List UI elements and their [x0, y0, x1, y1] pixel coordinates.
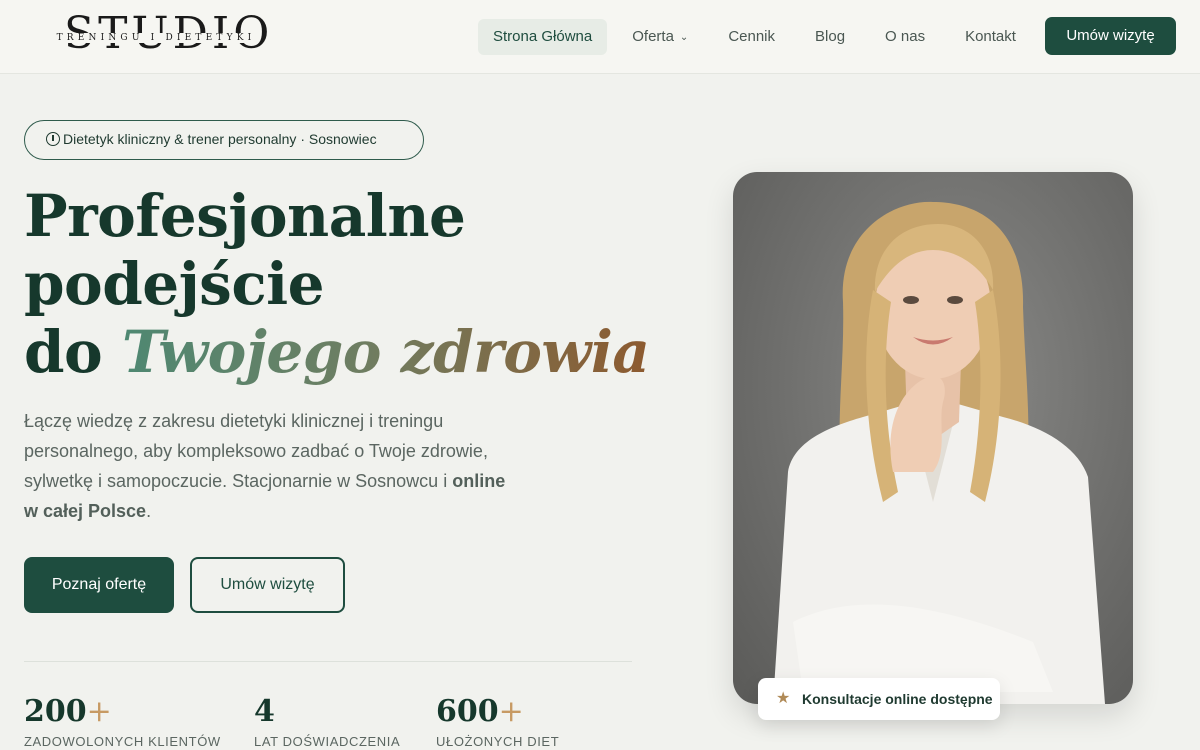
nav-item-offer-label: Oferta: [632, 28, 674, 45]
portrait-illustration: [773, 201, 1105, 704]
nav-item-contact[interactable]: Kontakt: [950, 19, 1031, 55]
explore-offer-button[interactable]: Poznaj ofertę: [24, 557, 174, 613]
headline-line-2: podejście: [24, 250, 325, 318]
stat-label: UŁOŻONYCH DIET: [436, 734, 560, 749]
stat-years: 4 LAT DOŚWIADCZENIA: [254, 694, 400, 749]
nav-item-about[interactable]: O nas: [870, 19, 940, 55]
online-consultation-badge: ★ Konsultacje online dostępne: [758, 678, 1000, 720]
hero-headline: Profesjonalne podejście do Twojego zdrow…: [24, 182, 664, 386]
hero-description-end: .: [146, 501, 152, 521]
headline-accent: Twojego zdrowia: [121, 318, 650, 386]
stat-value: 600+: [436, 694, 524, 729]
info-icon: [46, 132, 60, 146]
stat-label: LAT DOŚWIADCZENIA: [254, 734, 401, 749]
online-consultation-text: Konsultacje online dostępne: [802, 691, 993, 707]
stat-value: 4: [254, 694, 275, 729]
main-nav: Strona Główna Oferta ⌄ Cennik Blog O nas …: [478, 18, 1041, 56]
specialty-badge: Dietetyk kliniczny & trener personalny ·…: [24, 120, 424, 160]
hero-description-text: Łączę wiedzę z zakresu dietetyki klinicz…: [24, 411, 488, 491]
chevron-down-icon: ⌄: [679, 32, 689, 43]
logo[interactable]: STUDIO TRENINGU I DIETETYKI: [44, 12, 269, 60]
stat-diets: 600+ UŁOŻONYCH DIET: [436, 694, 559, 749]
site-header: STUDIO TRENINGU I DIETETYKI Strona Główn…: [0, 0, 1200, 74]
headline-line-1: Profesjonalne: [24, 182, 466, 250]
specialty-badge-text: Dietetyk kliniczny & trener personalny ·…: [63, 131, 377, 147]
dietitian-portrait: [733, 172, 1133, 704]
nav-item-offer[interactable]: Oferta ⌄: [617, 19, 703, 55]
headline-line-3-prefix: do: [24, 318, 122, 386]
nav-item-blog[interactable]: Blog: [800, 19, 860, 55]
stats-divider: [24, 661, 632, 662]
stat-value: 200+: [24, 694, 112, 729]
stat-clients: 200+ ZADOWOLONYCH KLIENTÓW: [24, 694, 221, 749]
book-visit-button[interactable]: Umów wizytę: [190, 557, 345, 613]
nav-item-pricing[interactable]: Cennik: [713, 19, 790, 55]
nav-item-home[interactable]: Strona Główna: [478, 19, 608, 55]
book-visit-button-header[interactable]: Umów wizytę: [1045, 17, 1176, 55]
hero-description: Łączę wiedzę z zakresu dietetyki klinicz…: [24, 406, 524, 526]
star-icon: ★: [776, 690, 791, 707]
stat-label: ZADOWOLONYCH KLIENTÓW: [24, 734, 221, 749]
logo-tagline: TRENINGU I DIETETYKI: [55, 33, 257, 43]
